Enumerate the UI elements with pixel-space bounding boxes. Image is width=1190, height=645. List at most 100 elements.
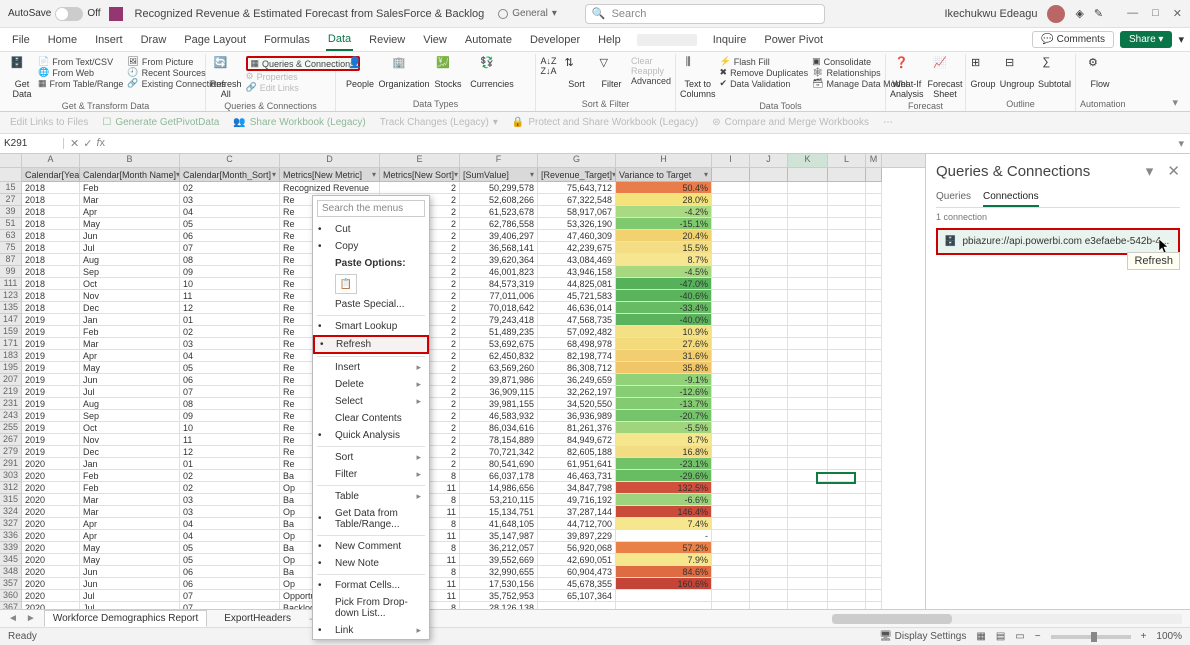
from-table-range-button[interactable]: ▦ From Table/Range	[38, 78, 123, 89]
horizontal-scrollbar[interactable]	[832, 614, 1182, 624]
row-number[interactable]: 291	[0, 458, 22, 470]
row-number[interactable]: 51	[0, 218, 22, 230]
data-validation-button[interactable]: ✔ Data Validation	[720, 78, 809, 89]
accept-formula-icon[interactable]: ✓	[83, 137, 92, 150]
edit-links-files[interactable]: Edit Links to Files	[10, 117, 88, 128]
row-number[interactable]: 336	[0, 530, 22, 542]
table-row[interactable]: 2792019Dec12Re270,721,34282,605,18816.8%	[0, 446, 925, 458]
toggle-icon[interactable]	[55, 7, 83, 21]
group-button[interactable]: ⊞Group	[970, 56, 996, 90]
context-menu-item[interactable]: •Smart Lookup	[313, 318, 429, 335]
autosave-toggle[interactable]: AutoSave Off	[8, 7, 101, 21]
table-row[interactable]: 3362020Apr04Op1135,147,98739,897,229-	[0, 530, 925, 542]
row-number[interactable]: 367	[0, 602, 22, 609]
get-data-button[interactable]: 🗄️ Get Data	[10, 56, 34, 100]
sheet-tab-active[interactable]: Workforce Demographics Report	[44, 610, 207, 627]
tab-insert[interactable]: Insert	[93, 30, 125, 50]
table-row[interactable]: 2672019Nov11Re278,154,88984,949,6728.7%	[0, 434, 925, 446]
sheet-nav-prev[interactable]: ◄	[8, 613, 18, 624]
filter-button[interactable]: ▽Filter	[596, 56, 627, 90]
ribbon-collapse-icon[interactable]: ▾	[1178, 33, 1184, 46]
table-header[interactable]: Metrics[New Metric]▾	[280, 168, 380, 182]
table-row[interactable]: 992018Sep09Re246,001,82343,946,158-4.5%	[0, 266, 925, 278]
context-menu-item[interactable]: Table▸	[313, 488, 429, 505]
fx-icon[interactable]: fx	[96, 137, 105, 150]
ribbon-expand-icon[interactable]: ▾	[1166, 94, 1184, 111]
table-row[interactable]: 1112018Oct10Re284,573,31944,825,081-47.0…	[0, 278, 925, 290]
tab-draw[interactable]: Draw	[139, 30, 169, 50]
tab-view[interactable]: View	[421, 30, 449, 50]
table-row[interactable]: 3272020Apr04Ba841,648,10544,712,7007.4%	[0, 518, 925, 530]
row-number[interactable]: 339	[0, 542, 22, 554]
context-menu-item[interactable]: •Get Data from Table/Range...	[313, 505, 429, 533]
subtotal-button[interactable]: ∑Subtotal	[1038, 56, 1071, 90]
table-row[interactable]: 392018Apr04Re261,523,67858,917,067-4.2%	[0, 206, 925, 218]
avatar[interactable]	[1047, 5, 1065, 23]
table-row[interactable]: 632018Jun06Re239,406,29747,460,30920.4%	[0, 230, 925, 242]
row-number[interactable]: 348	[0, 566, 22, 578]
context-menu-item[interactable]: •Quick Analysis	[313, 427, 429, 444]
share-workbook-legacy[interactable]: 👥 Share Workbook (Legacy)	[233, 117, 365, 128]
table-header[interactable]: [SumValue]▾	[460, 168, 538, 182]
data-type-organization[interactable]: 🏢Organization	[384, 56, 424, 90]
table-header[interactable]: Calendar[Month_Sort]▾	[180, 168, 280, 182]
tab-file[interactable]: File	[10, 30, 32, 50]
row-number[interactable]: 99	[0, 266, 22, 278]
protect-share-legacy[interactable]: 🔒 Protect and Share Workbook (Legacy)	[512, 117, 698, 128]
row-number[interactable]: 39	[0, 206, 22, 218]
row-number[interactable]: 243	[0, 410, 22, 422]
row-number[interactable]: 195	[0, 362, 22, 374]
what-if-button[interactable]: ❓What-If Analysis	[890, 56, 924, 100]
row-number[interactable]: 183	[0, 350, 22, 362]
data-type-stocks[interactable]: 💹Stocks	[428, 56, 468, 90]
data-type-currencies[interactable]: 💱Currencies	[472, 56, 512, 90]
paste-option-button[interactable]: 📋	[335, 274, 357, 294]
track-changes-legacy[interactable]: Track Changes (Legacy) ▾	[380, 117, 498, 128]
context-menu-item[interactable]: Select▸	[313, 393, 429, 410]
context-menu-item[interactable]: •Cut	[313, 221, 429, 238]
table-header[interactable]: [Revenue_Target]▾	[538, 168, 616, 182]
table-header[interactable]: Metrics[New Sort]▾	[380, 168, 460, 182]
sort-button[interactable]: ⇅Sort	[561, 56, 592, 90]
tab-power-pivot[interactable]: Power Pivot	[762, 30, 825, 50]
row-number[interactable]: 87	[0, 254, 22, 266]
table-row[interactable]: 1472019Jan01Re279,243,41847,568,735-40.0…	[0, 314, 925, 326]
table-row[interactable]: 2912020Jan01Re280,541,69061,951,641-23.1…	[0, 458, 925, 470]
row-number[interactable]: 63	[0, 230, 22, 242]
table-row[interactable]: 3152020Mar03Ba853,210,11549,716,192-6.6%	[0, 494, 925, 506]
queries-tab[interactable]: Queries	[936, 188, 971, 207]
table-row[interactable]: 3392020May05Ba836,212,05756,920,06857.2%	[0, 542, 925, 554]
table-row[interactable]: 3122020Feb02Op1114,986,65634,847,798132.…	[0, 482, 925, 494]
text-to-columns-button[interactable]: ⫼Text to Columns	[680, 56, 716, 100]
user-name[interactable]: Ikechukwu Edeagu	[944, 8, 1037, 20]
table-row[interactable]: 3452020May05Op1139,552,66942,690,0517.9%	[0, 554, 925, 566]
row-number[interactable]: 231	[0, 398, 22, 410]
refresh-all-button[interactable]: 🔄 Refresh All	[210, 56, 242, 100]
column-headers[interactable]: A B C D E F G H I J K L M	[0, 154, 925, 168]
flash-fill-button[interactable]: ⚡ Flash Fill	[720, 56, 809, 67]
tab-inquire[interactable]: Inquire	[711, 30, 749, 50]
table-row[interactable]: 3482020Jun06Ba832,990,65560,904,47384.6%	[0, 566, 925, 578]
forecast-sheet-button[interactable]: 📈Forecast Sheet	[928, 56, 963, 100]
table-row[interactable]: 1352018Dec12Re270,018,64246,636,014-33.4…	[0, 302, 925, 314]
table-row[interactable]: 2192019Jul07Re236,909,11532,262,197-12.6…	[0, 386, 925, 398]
ungroup-button[interactable]: ⊟Ungroup	[1000, 56, 1034, 90]
context-menu-item[interactable]: •Copy	[313, 238, 429, 255]
table-row[interactable]: 1712019Mar03Re253,692,67568,498,97827.6%	[0, 338, 925, 350]
context-menu-item[interactable]: •Refresh	[313, 335, 429, 354]
connection-item[interactable]: 🗄️ pbiazure://api.powerbi.com e3efaebe-5…	[936, 228, 1180, 255]
row-number[interactable]: 111	[0, 278, 22, 290]
context-menu-item[interactable]: Clear Contents	[313, 410, 429, 427]
sheet-nav-next[interactable]: ►	[26, 613, 36, 624]
flow-button[interactable]: ⚙Flow	[1080, 56, 1120, 90]
share-button[interactable]: Share ▾	[1120, 31, 1173, 48]
row-number[interactable]: 357	[0, 578, 22, 590]
table-row[interactable]: 1832019Apr04Re262,450,83282,198,77431.6%	[0, 350, 925, 362]
clear-filter-button[interactable]: Clear	[631, 56, 671, 66]
row-number[interactable]: 312	[0, 482, 22, 494]
context-menu-item[interactable]: Paste Special...	[313, 296, 429, 313]
select-all-button[interactable]	[0, 168, 22, 182]
table-row[interactable]: 3572020Jun06Op1117,530,15645,678,355160.…	[0, 578, 925, 590]
context-menu-item[interactable]: •New Note	[313, 555, 429, 572]
advanced-filter-button[interactable]: Advanced	[631, 76, 671, 86]
